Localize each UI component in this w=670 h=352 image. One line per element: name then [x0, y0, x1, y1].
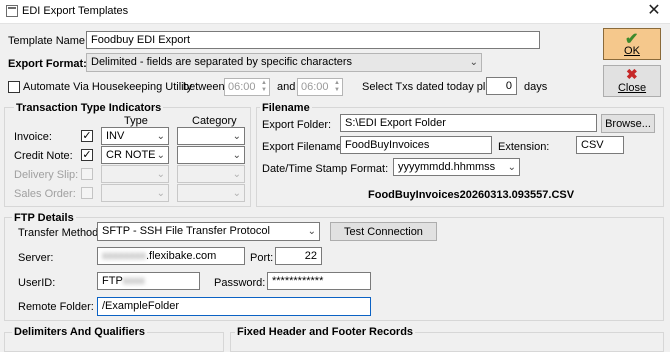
credit-note-category-select[interactable]: ⌄ [177, 146, 245, 164]
userid-value: FTP [102, 275, 123, 287]
password-label: Password: [214, 277, 266, 289]
chevron-down-icon: ⌄ [232, 150, 241, 161]
delivery-slip-category-select[interactable]: ⌄ [177, 165, 245, 183]
template-name-input[interactable]: Foodbuy EDI Export [86, 31, 540, 49]
days-label: days [524, 81, 548, 93]
userid-input[interactable]: FTPxxxx [97, 272, 200, 290]
extension-label: Extension: [498, 141, 550, 153]
type-header: Type [124, 115, 148, 127]
time-to-value: 06:00 [301, 81, 329, 93]
invoice-category-select[interactable]: ⌄ [177, 127, 245, 145]
timestamp-format-label: Date/Time Stamp Format: [262, 163, 389, 175]
credit-note-checkbox[interactable]: ✓ [81, 149, 93, 161]
export-folder-input[interactable]: S:\EDI Export Folder [340, 114, 597, 132]
server-label: Server: [18, 252, 54, 264]
credit-note-type-value: CR NOTE [106, 149, 156, 161]
chevron-down-icon: ⌄ [232, 188, 241, 199]
export-folder-label: Export Folder: [262, 119, 332, 131]
delimiters-title: Delimiters And Qualifiers [12, 326, 148, 338]
window-close-icon[interactable]: ✕ [643, 2, 665, 20]
filename-preview: FoodBuyInvoices20260313.093557.CSV [368, 189, 575, 201]
remote-folder-input[interactable]: /ExampleFolder [97, 297, 371, 316]
title-bar: EDI Export Templates ✕ [0, 0, 670, 24]
server-redacted: xxxxxxxx [102, 250, 146, 262]
test-connection-button[interactable]: Test Connection [330, 222, 437, 241]
transfer-method-label: Transfer Method: [18, 227, 102, 239]
invoice-checkbox[interactable]: ✓ [81, 130, 93, 142]
chevron-down-icon: ⌄ [507, 162, 516, 173]
category-header: Category [192, 115, 237, 127]
automate-label: Automate Via Housekeeping Utility [23, 81, 193, 93]
sales-order-checkbox[interactable] [81, 187, 93, 199]
close-label: Close [617, 82, 647, 94]
chevron-down-icon: ⌄ [232, 169, 241, 180]
app-icon [6, 5, 18, 17]
remote-folder-label: Remote Folder: [18, 301, 94, 313]
transaction-types-title: Transaction Type Indicators [14, 102, 164, 114]
x-icon: ✖ [626, 66, 638, 82]
chevron-down-icon: ⌄ [469, 57, 478, 68]
export-format-select[interactable]: Delimited - fields are separated by spec… [86, 53, 482, 72]
and-label: and [277, 81, 296, 93]
transfer-method-value: SFTP - SSH File Transfer Protocol [102, 225, 270, 237]
delivery-slip-type-select[interactable]: ⌄ [101, 165, 169, 183]
select-txs-label: Select Txs dated today plus [362, 81, 497, 93]
server-value: .flexibake.com [146, 250, 217, 262]
invoice-label: Invoice: [14, 131, 52, 143]
browse-button[interactable]: Browse... [601, 114, 655, 133]
invoice-type-select[interactable]: INV ⌄ [101, 127, 169, 145]
server-input[interactable]: xxxxxxxx.flexibake.com [97, 247, 245, 265]
chevron-down-icon: ⌄ [307, 226, 316, 237]
export-filename-input[interactable]: FoodBuyInvoices [340, 136, 492, 154]
credit-note-label: Credit Note: [14, 150, 73, 162]
password-input[interactable]: ************ [267, 272, 371, 290]
port-input[interactable]: 22 [275, 247, 322, 265]
close-button[interactable]: ✖ Close [603, 65, 661, 97]
delivery-slip-label: Delivery Slip: [14, 169, 79, 181]
automate-checkbox[interactable] [8, 81, 20, 93]
time-to-spinner[interactable]: 06:00 ▲ ▼ [297, 78, 343, 96]
invoice-type-value: INV [106, 130, 125, 142]
timestamp-format-select[interactable]: yyyymmdd.hhmmss ⌄ [393, 158, 520, 176]
spinner-arrows-icon: ▲ ▼ [261, 80, 267, 93]
sales-order-category-select[interactable]: ⌄ [177, 184, 245, 202]
spinner-arrows-icon: ▲ ▼ [334, 80, 340, 93]
between-label: between [183, 81, 225, 93]
sales-order-type-select[interactable]: ⌄ [101, 184, 169, 202]
sales-order-label: Sales Order: [14, 188, 76, 200]
userid-redacted: xxxx [122, 275, 145, 287]
template-name-label: Template Name: [8, 35, 89, 47]
timestamp-format-value: yyyymmdd.hhmmss [398, 161, 496, 173]
delivery-slip-checkbox[interactable] [81, 168, 93, 180]
filename-title: Filename [260, 102, 312, 114]
transfer-method-select[interactable]: SFTP - SSH File Transfer Protocol ⌄ [97, 222, 320, 241]
extension-input[interactable]: CSV [576, 136, 624, 154]
window-title: EDI Export Templates [22, 5, 129, 17]
chevron-down-icon: ⌄ [156, 188, 165, 199]
port-label: Port: [250, 252, 274, 264]
ok-label: OK [624, 45, 640, 57]
chevron-down-icon: ⌄ [156, 131, 165, 142]
export-filename-label: Export Filename: [262, 141, 346, 153]
days-input[interactable]: 0 [486, 77, 517, 95]
time-from-value: 06:00 [228, 81, 256, 93]
time-from-spinner[interactable]: 06:00 ▲ ▼ [224, 78, 270, 96]
chevron-down-icon: ⌄ [232, 131, 241, 142]
chevron-down-icon: ⌄ [156, 169, 165, 180]
export-format-label: Export Format: [8, 58, 87, 70]
ok-button[interactable]: ✔ OK [603, 28, 661, 60]
userid-label: UserID: [18, 277, 56, 289]
chevron-down-icon: ⌄ [156, 150, 165, 161]
export-format-value: Delimited - fields are separated by spec… [91, 56, 353, 68]
credit-note-type-select[interactable]: CR NOTE ⌄ [101, 146, 169, 164]
fixed-header-title: Fixed Header and Footer Records [235, 326, 416, 338]
ftp-details-title: FTP Details [12, 212, 76, 224]
